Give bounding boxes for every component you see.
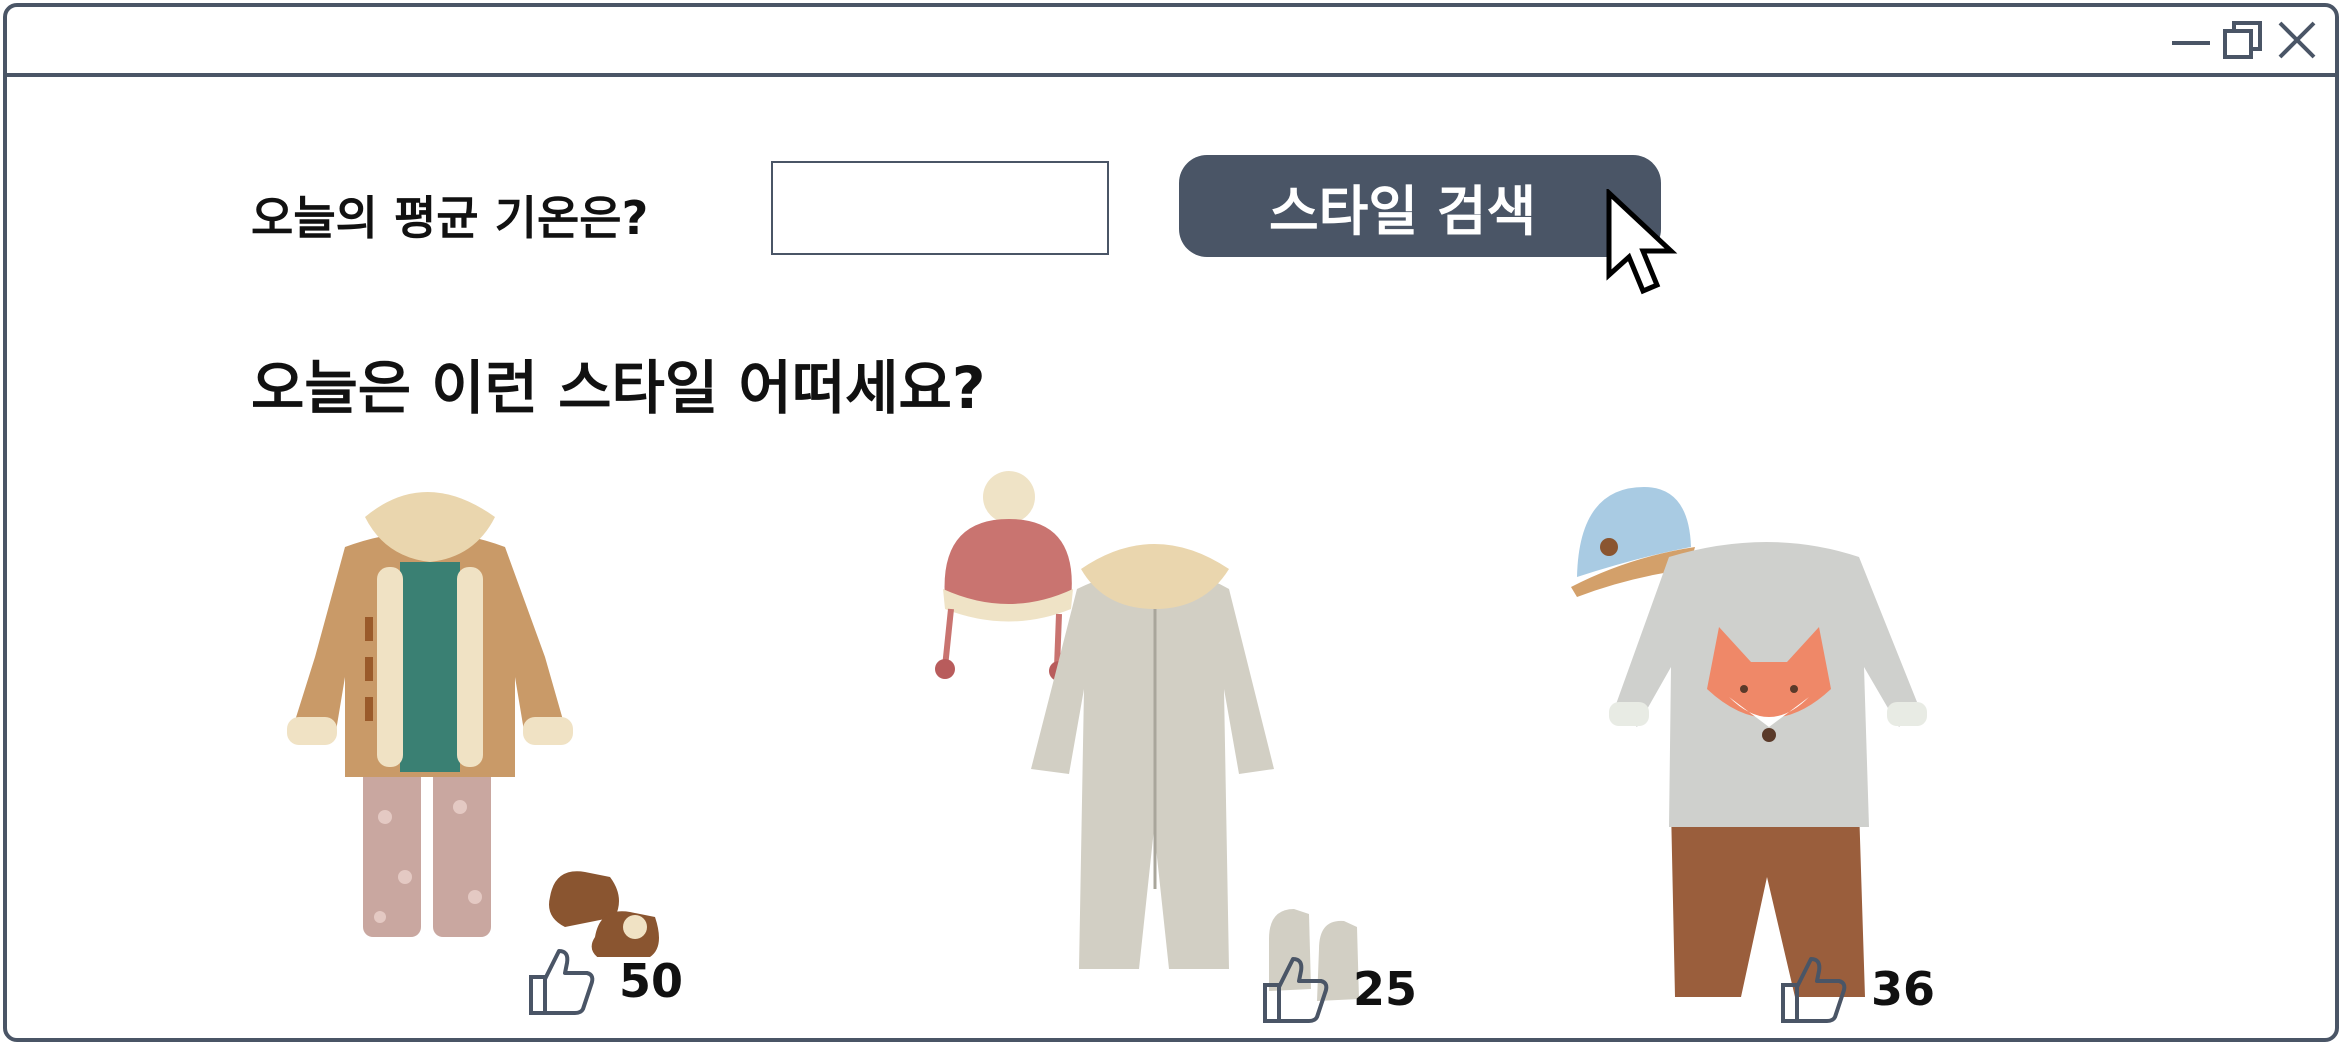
window-body: 오늘의 평균 기온은? 스타일 검색 오늘은 이런 스타일 어떠세요? 50 2… [7,77,2335,1038]
like-group: 25 [1259,953,1417,1025]
temperature-question-label: 오늘의 평균 기온은? [251,191,649,245]
thumbs-up-icon[interactable] [1259,953,1331,1025]
close-icon[interactable] [2274,17,2320,63]
recommendation-headline: 오늘은 이런 스타일 어떠세요? [251,354,986,422]
thumbs-up-icon[interactable] [1777,953,1849,1025]
temperature-input[interactable] [771,161,1109,255]
like-group: 36 [1777,953,1935,1025]
style-search-button[interactable]: 스타일 검색 [1179,155,1661,257]
like-count: 50 [619,954,684,1008]
app-window: 오늘의 평균 기온은? 스타일 검색 오늘은 이런 스타일 어떠세요? 50 2… [3,3,2339,1042]
thumbs-up-icon[interactable] [525,945,597,1017]
title-bar [7,7,2335,77]
like-group: 50 [525,945,683,1017]
minimize-icon[interactable] [2168,17,2214,63]
like-count: 36 [1871,962,1936,1016]
snowsuit-outfit-image[interactable] [929,469,1399,1029]
fox-sweater-outfit-image[interactable] [1569,477,1939,1017]
restore-icon[interactable] [2220,17,2266,63]
duffle-coat-outfit-image[interactable] [265,477,685,957]
like-count: 25 [1353,962,1418,1016]
